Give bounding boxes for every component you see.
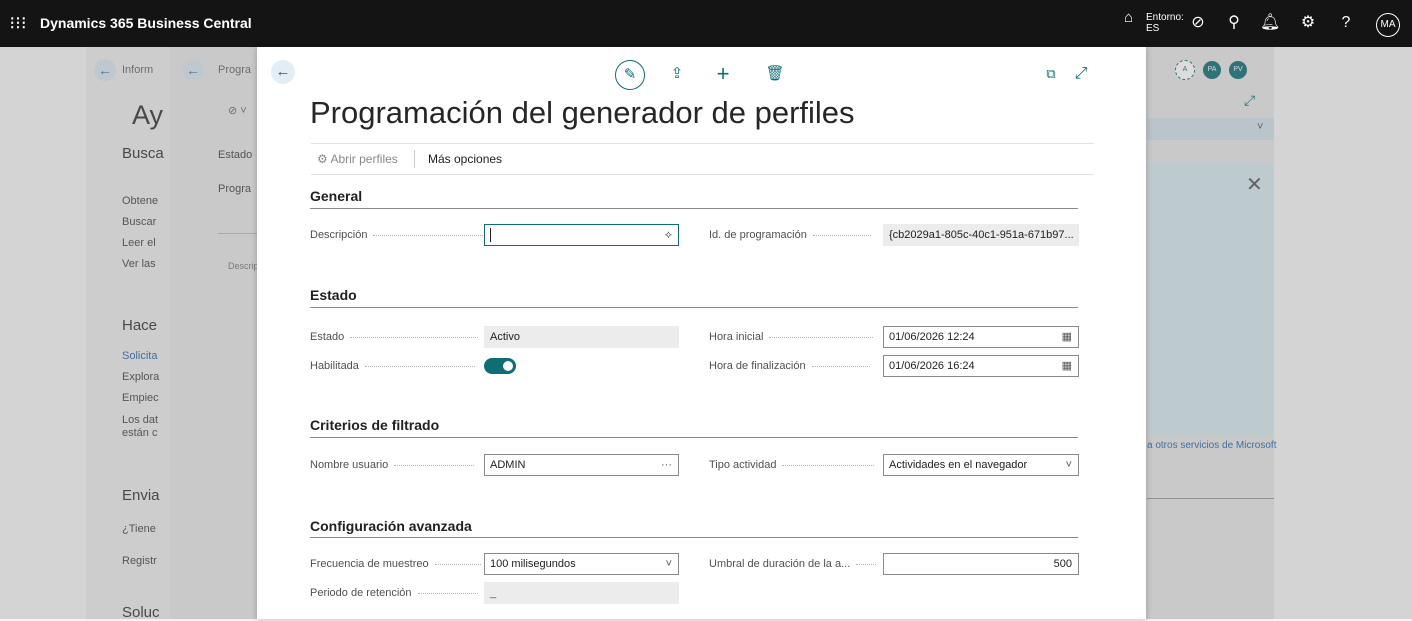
search-icon[interactable]: ⚲ bbox=[1224, 13, 1244, 33]
start-time-input[interactable]: 01/06/2026 12:24 ▦ bbox=[883, 326, 1079, 348]
sampling-frequency-select[interactable]: 100 milisegundos ˅ bbox=[484, 553, 679, 575]
waffle-icon[interactable]: ⁝⁝⁝ bbox=[7, 12, 29, 34]
chevron-down-icon: ˅ bbox=[1065, 459, 1072, 471]
help-icon[interactable]: ? bbox=[1336, 13, 1356, 33]
settings-icon[interactable]: ⚙ bbox=[1298, 13, 1318, 33]
enabled-toggle[interactable] bbox=[484, 358, 516, 374]
divider bbox=[310, 537, 1078, 538]
section-filter-title[interactable]: Criterios de filtrado bbox=[310, 417, 439, 433]
description-label: Descripción bbox=[310, 229, 486, 241]
edit-icon[interactable]: ✎ bbox=[615, 60, 645, 90]
chevron-down-icon: ˅ bbox=[665, 558, 672, 570]
section-general-title[interactable]: General bbox=[310, 188, 362, 204]
divider bbox=[310, 437, 1078, 438]
enabled-label: Habilitada bbox=[310, 360, 475, 372]
user-name-input[interactable]: ADMIN ··· bbox=[484, 454, 679, 476]
duration-threshold-input[interactable]: 500 bbox=[883, 553, 1079, 575]
share-icon[interactable]: ⇪ bbox=[663, 60, 691, 88]
end-time-input[interactable]: 01/06/2026 16:24 ▦ bbox=[883, 355, 1079, 377]
env-value: ES bbox=[1146, 23, 1160, 34]
app-name[interactable]: Dynamics 365 Business Central bbox=[40, 15, 252, 31]
page-title: Programación del generador de perfiles bbox=[310, 95, 855, 130]
user-avatar[interactable]: MA bbox=[1376, 13, 1400, 37]
bell-icon[interactable]: 🔔︎ bbox=[1260, 13, 1280, 33]
open-new-window-icon[interactable]: ⧉ bbox=[1037, 60, 1065, 88]
add-icon[interactable]: + bbox=[709, 60, 737, 88]
environment-icon: ⌂ bbox=[1124, 9, 1134, 26]
section-status-title[interactable]: Estado bbox=[310, 287, 357, 303]
copilot-icon[interactable]: ⊘ bbox=[1188, 13, 1208, 33]
env-label: Entorno: bbox=[1146, 12, 1184, 23]
expand-icon[interactable]: ⤢ bbox=[1067, 60, 1095, 88]
back-arrow-icon[interactable]: ← bbox=[271, 60, 295, 84]
description-input[interactable]: ⟡ bbox=[484, 224, 679, 246]
lookup-icon[interactable]: ··· bbox=[661, 455, 672, 475]
schedule-id-label: Id. de programación bbox=[709, 229, 871, 241]
user-name-label: Nombre usuario bbox=[310, 459, 475, 471]
gears-icon: ⚙ bbox=[317, 152, 331, 166]
delete-icon[interactable]: 🗑︎ bbox=[761, 60, 789, 88]
divider bbox=[414, 150, 415, 168]
section-advanced-title[interactable]: Configuración avanzada bbox=[310, 518, 472, 534]
retention-period-field[interactable]: _ bbox=[484, 582, 679, 604]
sampling-frequency-label: Frecuencia de muestreo bbox=[310, 558, 481, 570]
app-top-bar: ⁝⁝⁝ Dynamics 365 Business Central ⌂ Ento… bbox=[0, 0, 1412, 47]
status-label: Estado bbox=[310, 331, 479, 343]
text-cursor bbox=[490, 228, 491, 243]
activity-type-label: Tipo actividad bbox=[709, 459, 875, 471]
open-profiles-button[interactable]: ⚙ Abrir perfiles bbox=[317, 152, 398, 166]
assist-edit-icon[interactable]: ⟡ bbox=[665, 225, 672, 245]
calendar-icon[interactable]: ▦ bbox=[1062, 356, 1072, 376]
divider bbox=[310, 208, 1078, 209]
toggle-knob bbox=[503, 361, 513, 371]
schedule-id-field: {cb2029a1-805c-40c1-951a-671b97... bbox=[883, 224, 1079, 246]
duration-threshold-label: Umbral de duración de la a... bbox=[709, 558, 877, 570]
start-time-label: Hora inicial bbox=[709, 331, 874, 343]
status-field: Activo bbox=[484, 326, 679, 348]
activity-type-select[interactable]: Actividades en el navegador ˅ bbox=[883, 454, 1079, 476]
more-options-button[interactable]: Más opciones bbox=[428, 152, 502, 166]
divider bbox=[310, 307, 1078, 308]
calendar-icon[interactable]: ▦ bbox=[1062, 327, 1072, 347]
retention-period-label: Periodo de retención bbox=[310, 587, 478, 599]
action-bar: ⚙ Abrir perfiles Más opciones bbox=[311, 143, 1094, 175]
profiler-schedule-dialog: ← ✎ ⇪ + 🗑︎ ⧉ ⤢ Programación del generado… bbox=[257, 47, 1146, 619]
end-time-label: Hora de finalización bbox=[709, 360, 870, 372]
